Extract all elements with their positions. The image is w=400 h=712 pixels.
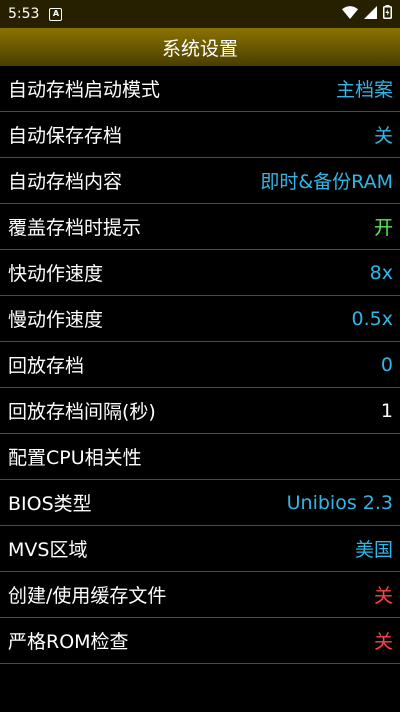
setting-label: MVS区域 bbox=[8, 539, 88, 561]
setting-row-auto-save[interactable]: 自动保存存档 关 bbox=[0, 112, 400, 158]
setting-label: 快动作速度 bbox=[8, 263, 104, 285]
setting-label: 自动保存存档 bbox=[8, 125, 123, 147]
setting-row-overwrite-prompt[interactable]: 覆盖存档时提示 开 bbox=[0, 204, 400, 250]
setting-label: 严格ROM检查 bbox=[8, 631, 129, 653]
setting-label: 创建/使用缓存文件 bbox=[8, 585, 167, 607]
setting-row-fast-speed[interactable]: 快动作速度 8x bbox=[0, 250, 400, 296]
setting-label: 回放存档 bbox=[8, 355, 85, 377]
setting-row-replay-interval[interactable]: 回放存档间隔(秒) 1 bbox=[0, 388, 400, 434]
setting-row-mvs-region[interactable]: MVS区域 美国 bbox=[0, 526, 400, 572]
setting-value: 0.5x bbox=[351, 307, 393, 330]
setting-row-replay-save[interactable]: 回放存档 0 bbox=[0, 342, 400, 388]
page-header: 系统设置 bbox=[0, 28, 400, 66]
setting-value: Unibios 2.3 bbox=[286, 491, 393, 514]
battery-icon bbox=[383, 5, 392, 23]
setting-label: 自动存档内容 bbox=[8, 171, 123, 193]
setting-row-autosave-content[interactable]: 自动存档内容 即时&备份RAM bbox=[0, 158, 400, 204]
status-left: 5:53 A bbox=[8, 6, 63, 22]
setting-label: BIOS类型 bbox=[8, 493, 92, 515]
setting-row-slow-speed[interactable]: 慢动作速度 0.5x bbox=[0, 296, 400, 342]
setting-value: 主档案 bbox=[335, 79, 393, 101]
setting-row-cache-file[interactable]: 创建/使用缓存文件 关 bbox=[0, 572, 400, 618]
setting-value: 1 bbox=[380, 399, 393, 422]
page-title: 系统设置 bbox=[161, 37, 238, 60]
setting-row-bios-type[interactable]: BIOS类型 Unibios 2.3 bbox=[0, 480, 400, 526]
status-time: 5:53 bbox=[8, 6, 40, 22]
wifi-icon bbox=[342, 5, 358, 23]
setting-value: 关 bbox=[373, 125, 393, 147]
status-right bbox=[342, 5, 392, 23]
setting-label: 自动存档启动模式 bbox=[8, 79, 161, 101]
setting-value: 8x bbox=[369, 261, 393, 284]
setting-label: 回放存档间隔(秒) bbox=[8, 401, 156, 423]
setting-label: 配置CPU相关性 bbox=[8, 447, 142, 469]
setting-value: 美国 bbox=[354, 539, 393, 561]
signal-icon bbox=[364, 5, 377, 23]
setting-row-strict-rom-check[interactable]: 严格ROM检查 关 bbox=[0, 618, 400, 664]
settings-list: 自动存档启动模式 主档案 自动保存存档 关 自动存档内容 即时&备份RAM 覆盖… bbox=[0, 66, 400, 664]
setting-value: 即时&备份RAM bbox=[260, 171, 393, 193]
notification-icon: A bbox=[49, 7, 63, 21]
setting-label: 慢动作速度 bbox=[8, 309, 104, 331]
setting-value: 关 bbox=[373, 585, 393, 607]
setting-value: 0 bbox=[380, 353, 393, 376]
setting-row-cpu-affinity[interactable]: 配置CPU相关性 bbox=[0, 434, 400, 480]
status-bar: 5:53 A bbox=[0, 0, 400, 28]
setting-value: 开 bbox=[373, 217, 393, 239]
setting-label: 覆盖存档时提示 bbox=[8, 217, 142, 239]
setting-value: 关 bbox=[373, 631, 393, 653]
setting-row-autosave-start-mode[interactable]: 自动存档启动模式 主档案 bbox=[0, 66, 400, 112]
